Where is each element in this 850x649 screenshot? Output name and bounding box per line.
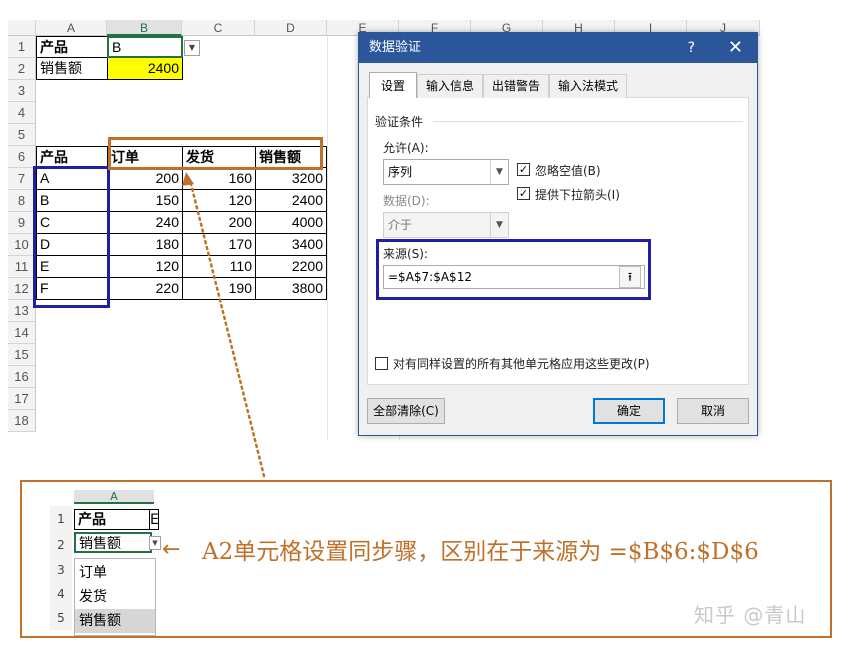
in-cell-dropdown-label: 提供下拉箭头(I) xyxy=(535,188,620,202)
mini-row-header-3: 3 xyxy=(50,558,72,582)
ok-button[interactable]: 确定 xyxy=(593,398,665,424)
source-highlight-box xyxy=(376,239,651,300)
tab-input-message[interactable]: 输入信息 xyxy=(417,74,483,98)
apply-all-label: 对有同样设置的所有其他单元格应用这些更改(P) xyxy=(393,357,650,371)
allow-label: 允许(A): xyxy=(383,141,429,155)
mini-cell-a1: 产品 xyxy=(74,509,150,530)
annotation-text: A2单元格设置同步骤，区别在于来源为 =$B$6:$D$6 xyxy=(202,539,759,565)
help-icon[interactable]: ? xyxy=(688,33,695,63)
mini-row-header-2: 2 xyxy=(50,532,72,558)
apply-all-checkbox[interactable] xyxy=(375,357,388,370)
mini-column-header-a: A xyxy=(74,490,154,504)
allow-select-value: 序列 xyxy=(388,165,413,179)
data-label: 数据(D): xyxy=(383,194,430,208)
ignore-blank-label: 忽略空值(B) xyxy=(535,164,601,178)
mini-dropdown-list: 订单 发货 销售额 xyxy=(74,558,156,636)
tab-error-alert[interactable]: 出错警告 xyxy=(483,74,549,98)
data-select: 介于 ▼ xyxy=(383,212,509,238)
mini-dropdown-option-highlighted: 销售额 xyxy=(75,609,155,633)
tab-ime-mode[interactable]: 输入法模式 xyxy=(549,74,627,98)
section-validation-criteria: 验证条件 xyxy=(375,115,424,129)
clear-all-button[interactable]: 全部清除(C) xyxy=(367,398,445,424)
left-arrow-icon: ← xyxy=(162,537,181,562)
mini-dropdown-option: 发货 xyxy=(79,589,107,605)
in-cell-dropdown-checkbox[interactable]: ✓ xyxy=(517,187,530,200)
chevron-down-icon[interactable]: ▼ xyxy=(490,160,508,184)
mini-row-header-1: 1 xyxy=(50,506,72,532)
mini-cell-b1: E xyxy=(149,509,159,530)
cancel-button[interactable]: 取消 xyxy=(677,398,749,424)
data-select-value: 介于 xyxy=(388,218,413,232)
mini-row-header-5: 5 xyxy=(50,606,72,630)
mini-cell-a2-selected: 销售额 xyxy=(74,532,152,553)
data-validation-dialog: 数据验证 ? ✕ 设置 输入信息 出错警告 输入法模式 验证条件 允许(A): … xyxy=(358,32,758,436)
mini-dropdown-arrow-icon: ▼ xyxy=(149,536,161,550)
chevron-down-icon: ▼ xyxy=(490,213,508,237)
allow-select[interactable]: 序列 ▼ xyxy=(383,159,509,185)
dialog-title: 数据验证 xyxy=(359,33,757,63)
section-divider xyxy=(433,121,743,122)
watermark: 知乎 @青山 xyxy=(694,603,807,627)
tab-settings[interactable]: 设置 xyxy=(369,72,417,98)
close-icon[interactable]: ✕ xyxy=(728,33,743,63)
mini-sheet: A 1 2 3 4 5 产品 E 销售额 ▼ 订单 发货 销售额 xyxy=(50,490,161,636)
mini-row-header-4: 4 xyxy=(50,582,72,606)
ignore-blank-checkbox[interactable]: ✓ xyxy=(517,163,530,176)
mini-dropdown-option: 订单 xyxy=(79,565,107,581)
